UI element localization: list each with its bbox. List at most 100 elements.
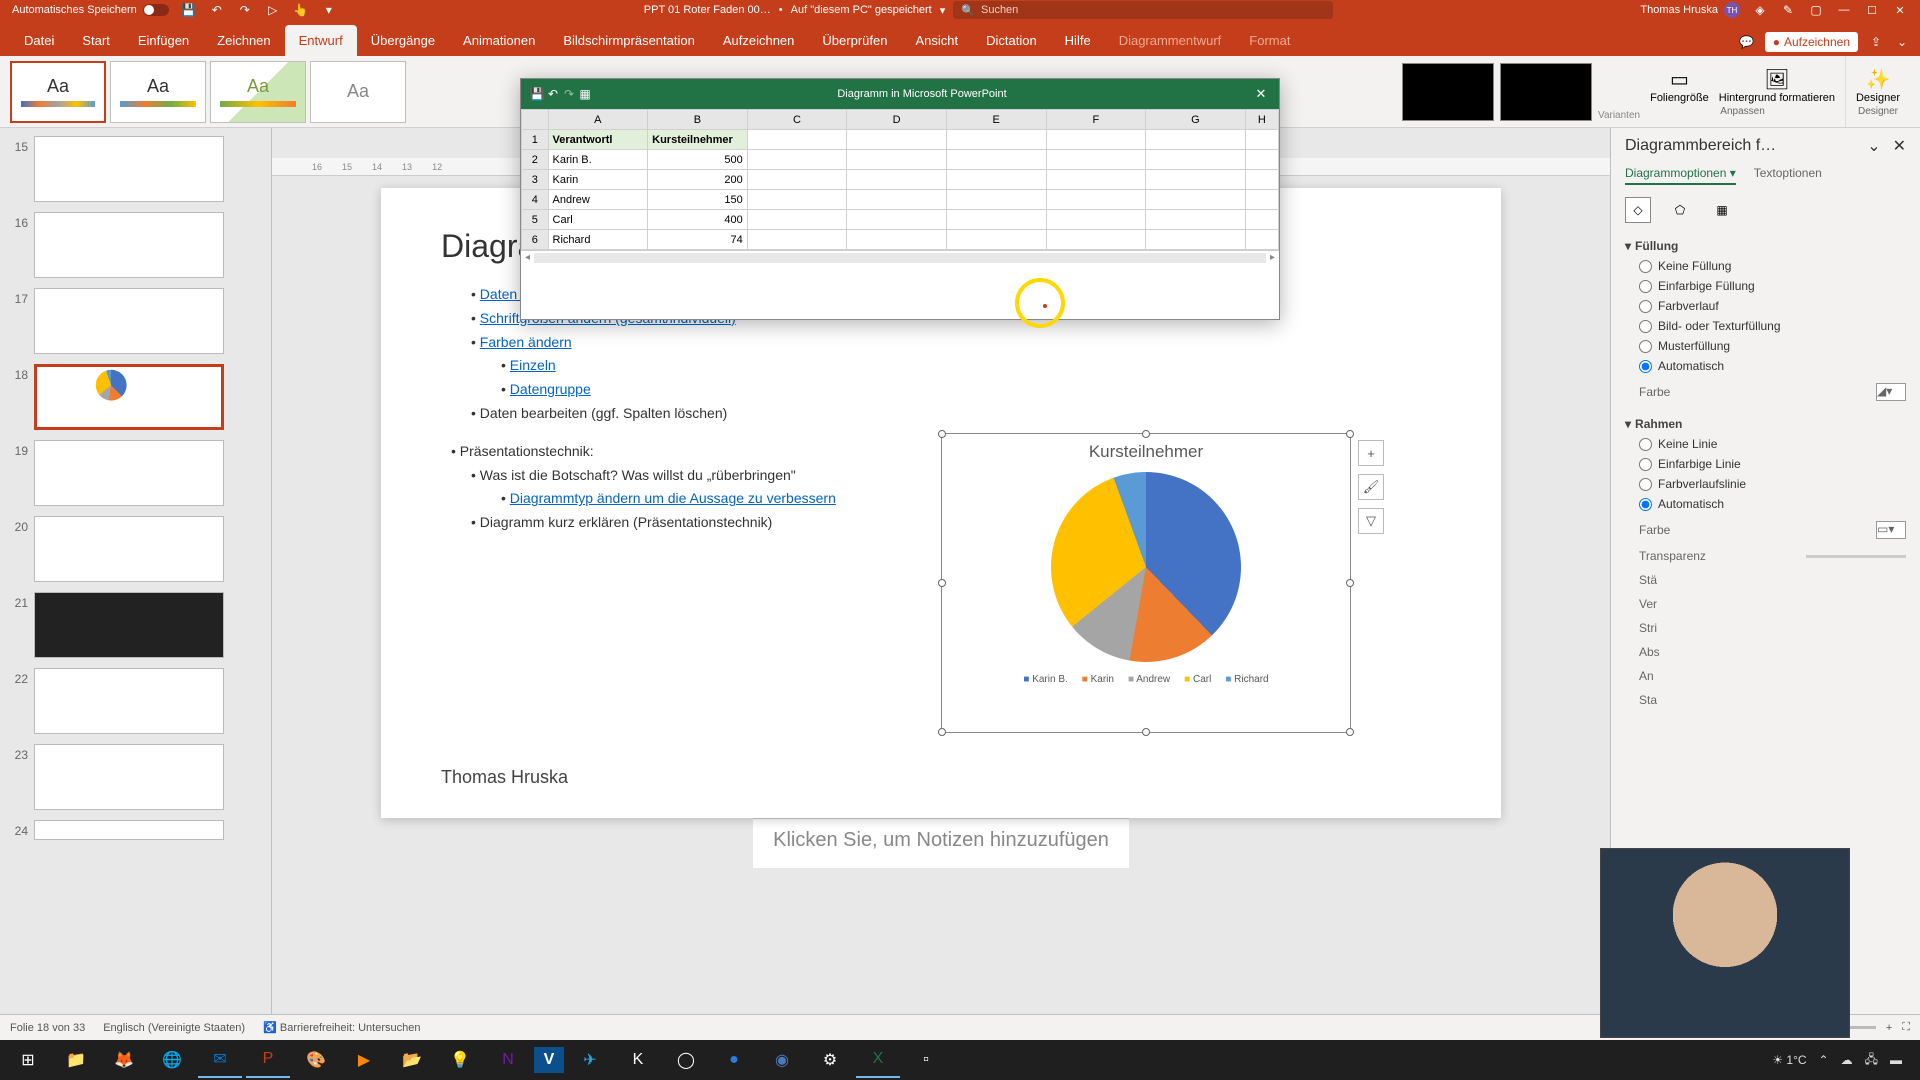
border-color-picker[interactable]: ▭▾: [1876, 521, 1906, 539]
thumb-15[interactable]: 15: [4, 136, 267, 202]
fit-window-icon[interactable]: ⛶: [1902, 1021, 1910, 1034]
tab-uebergaenge[interactable]: Übergänge: [357, 25, 449, 56]
tab-diagrammentwurf[interactable]: Diagrammentwurf: [1105, 25, 1236, 56]
task-app[interactable]: V: [534, 1047, 564, 1073]
thumb-23[interactable]: 23: [4, 744, 267, 810]
tray-network-icon[interactable]: 🖧: [1865, 1050, 1878, 1071]
save-icon[interactable]: 💾: [181, 2, 197, 18]
tab-animationen[interactable]: Animationen: [449, 25, 549, 56]
task-app[interactable]: ●: [712, 1042, 756, 1078]
radio-automatisch-fill[interactable]: Automatisch: [1639, 359, 1906, 373]
pen-icon[interactable]: ✎: [1780, 2, 1796, 18]
hintergrund-button[interactable]: 🖼Hintergrund formatieren: [1719, 67, 1835, 104]
weather-widget[interactable]: ☀ 1°C: [1772, 1053, 1806, 1067]
task-excel[interactable]: X: [856, 1042, 900, 1078]
task-app[interactable]: 📂: [390, 1042, 434, 1078]
designer-button[interactable]: ✨Designer: [1856, 67, 1900, 104]
task-settings[interactable]: ⚙: [808, 1042, 852, 1078]
slideshow-icon[interactable]: ▷: [265, 2, 281, 18]
tab-diagrammoptionen[interactable]: Diagrammoptionen ▾: [1625, 166, 1736, 185]
thumb-22[interactable]: 22: [4, 668, 267, 734]
tab-ueberpruefen[interactable]: Überprüfen: [808, 25, 901, 56]
tab-zeichnen[interactable]: Zeichnen: [203, 25, 284, 56]
task-firefox[interactable]: 🦊: [102, 1042, 146, 1078]
transparency-slider[interactable]: [1806, 555, 1906, 558]
theme-item[interactable]: Aa: [10, 61, 106, 123]
tab-hilfe[interactable]: Hilfe: [1051, 25, 1105, 56]
chart-elements-button[interactable]: +: [1358, 440, 1384, 466]
task-app[interactable]: 🎨: [294, 1042, 338, 1078]
tray-onedrive-icon[interactable]: ☁: [1841, 1053, 1853, 1067]
minimize-button[interactable]: —: [1836, 2, 1852, 18]
task-explorer[interactable]: 📁: [54, 1042, 98, 1078]
task-app[interactable]: ◯: [664, 1042, 708, 1078]
chart-title[interactable]: Kursteilnehmer: [942, 442, 1350, 462]
tray-chevron-icon[interactable]: ⌃: [1819, 1053, 1829, 1067]
foliengroesse-button[interactable]: ▭Foliengröße: [1650, 67, 1709, 104]
task-powerpoint[interactable]: P: [246, 1042, 290, 1078]
tray-battery-icon[interactable]: ▬: [1890, 1053, 1902, 1067]
notes-pane[interactable]: Klicken Sie, um Notizen hinzuzufügen: [753, 818, 1129, 868]
section-fuellung[interactable]: ▾ Füllung: [1625, 239, 1906, 253]
task-telegram[interactable]: ✈: [568, 1042, 612, 1078]
comments-icon[interactable]: 💬: [1739, 34, 1755, 50]
format-pane-dropdown-icon[interactable]: ⌄: [1867, 138, 1880, 155]
variant-item[interactable]: [1500, 63, 1592, 121]
section-rahmen[interactable]: ▾ Rahmen: [1625, 417, 1906, 431]
tab-aufzeichnen[interactable]: Aufzeichnen: [709, 25, 809, 56]
pie-chart[interactable]: [1051, 472, 1241, 662]
thumb-18[interactable]: 18: [4, 364, 267, 430]
slide-counter[interactable]: Folie 18 von 33: [10, 1022, 85, 1034]
tab-entwurf[interactable]: Entwurf: [285, 25, 357, 56]
user-account[interactable]: Thomas Hruska TH: [1640, 2, 1740, 18]
task-vlc[interactable]: ▶: [342, 1042, 386, 1078]
task-app[interactable]: K: [616, 1042, 660, 1078]
variant-item[interactable]: [1402, 63, 1494, 121]
chart-styles-button[interactable]: 🖌: [1358, 474, 1384, 500]
language-indicator[interactable]: Englisch (Vereinigte Staaten): [103, 1022, 245, 1034]
autosave-toggle[interactable]: Automatisches Speichern: [12, 4, 169, 16]
tab-textoptionen[interactable]: Textoptionen: [1754, 166, 1822, 185]
task-app[interactable]: ◉: [760, 1042, 804, 1078]
excel-grid[interactable]: A B C D E F G H 1VerantwortlKursteilnehm…: [521, 109, 1279, 264]
task-onenote[interactable]: N: [486, 1042, 530, 1078]
undo-icon[interactable]: ↶: [209, 2, 225, 18]
search-input[interactable]: 🔍 Suchen: [953, 1, 1333, 19]
radio-keine-linie[interactable]: Keine Linie: [1639, 437, 1906, 451]
zoom-in-icon[interactable]: +: [1886, 1022, 1892, 1034]
share-icon[interactable]: ⇪: [1868, 34, 1884, 50]
task-chrome[interactable]: 🌐: [150, 1042, 194, 1078]
thumb-17[interactable]: 17: [4, 288, 267, 354]
excel-redo-icon[interactable]: ↷: [561, 86, 577, 102]
size-icon[interactable]: ▦: [1709, 197, 1735, 223]
radio-farbverlauf[interactable]: Farbverlauf: [1639, 299, 1906, 313]
tab-einfuegen[interactable]: Einfügen: [124, 25, 203, 56]
maximize-button[interactable]: ☐: [1864, 2, 1880, 18]
radio-automatisch-border[interactable]: Automatisch: [1639, 497, 1906, 511]
radio-einfarbige-linie[interactable]: Einfarbige Linie: [1639, 457, 1906, 471]
excel-close-button[interactable]: ✕: [1251, 86, 1271, 102]
accessibility-check[interactable]: ♿ Barrierefreiheit: Untersuchen: [263, 1021, 420, 1034]
effects-icon[interactable]: ⬠: [1667, 197, 1693, 223]
fill-color-picker[interactable]: ◢▾: [1876, 383, 1906, 401]
task-app[interactable]: 💡: [438, 1042, 482, 1078]
window-icon[interactable]: ▢: [1808, 2, 1824, 18]
theme-gallery[interactable]: Aa Aa Aa Aa: [10, 61, 406, 123]
radio-musterfuellung[interactable]: Musterfüllung: [1639, 339, 1906, 353]
tab-datei[interactable]: Datei: [10, 25, 68, 56]
tab-start[interactable]: Start: [68, 25, 123, 56]
chart-filters-button[interactable]: ▽: [1358, 508, 1384, 534]
tab-dictation[interactable]: Dictation: [972, 25, 1051, 56]
tab-bildschirmpraesentation[interactable]: Bildschirmpräsentation: [549, 25, 709, 56]
chart-legend[interactable]: Karin B. Karin Andrew Carl Richard: [942, 674, 1350, 685]
thumb-19[interactable]: 19: [4, 440, 267, 506]
start-button[interactable]: ⊞: [6, 1042, 50, 1078]
thumb-16[interactable]: 16: [4, 212, 267, 278]
theme-item[interactable]: Aa: [310, 61, 406, 123]
excel-undo-icon[interactable]: ↶: [545, 86, 561, 102]
chart-object[interactable]: Kursteilnehmer Karin B. Karin Andrew Car…: [941, 433, 1351, 733]
format-pane-close-icon[interactable]: ✕: [1893, 138, 1906, 155]
qat-more-icon[interactable]: ▾: [321, 2, 337, 18]
record-button[interactable]: ●Aufzeichnen: [1765, 32, 1858, 52]
task-outlook[interactable]: ✉: [198, 1042, 242, 1078]
